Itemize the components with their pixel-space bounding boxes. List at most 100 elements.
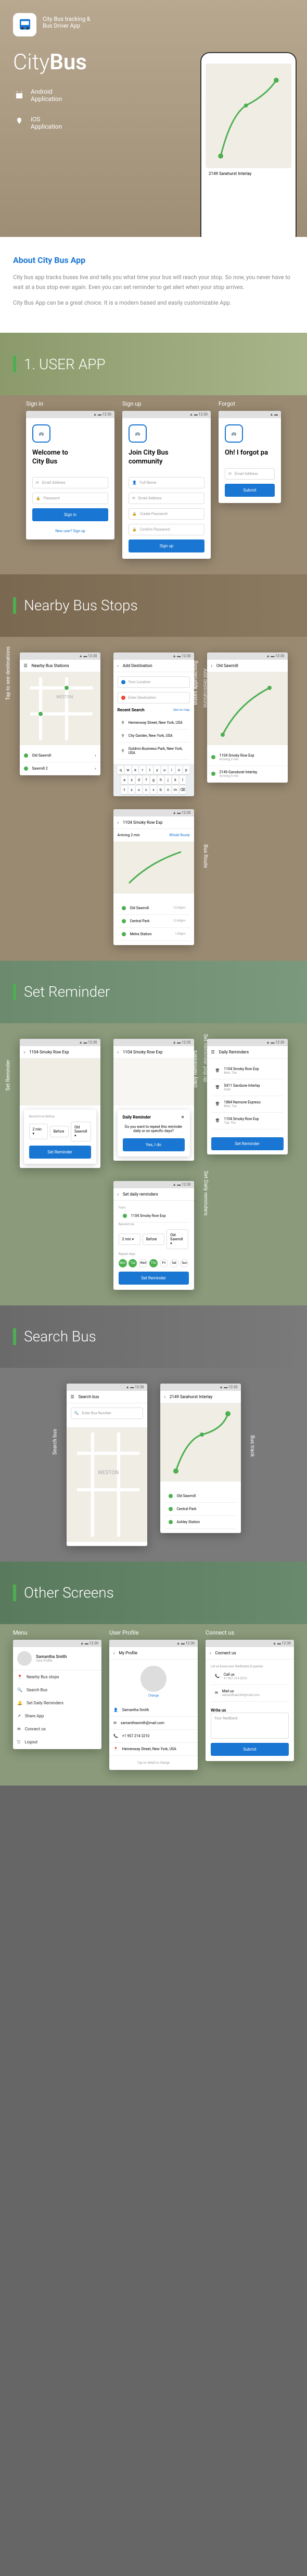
delete-icon[interactable]: 🗑 — [215, 1119, 220, 1123]
delete-icon[interactable]: 🗑 — [215, 1069, 220, 1073]
reminder-row[interactable]: 🗑1884 Namone ExpressMon, Tue — [211, 1096, 284, 1113]
bus-item[interactable]: 2149 Garsdurat InterlayArriving 5 min — [207, 766, 288, 783]
approach-label: Buses approaching — [193, 660, 198, 705]
confirm-field[interactable]: 🔒 Confirm Password — [129, 524, 204, 535]
change-link[interactable]: Change — [116, 1694, 191, 1698]
day-mon[interactable]: Mon — [119, 1259, 127, 1267]
profile-name[interactable]: 👤 Samantha Smith — [109, 1704, 198, 1717]
back-icon[interactable]: ‹ — [118, 1192, 119, 1197]
track-stop: Central Park — [164, 1503, 237, 1516]
set-reminder-button[interactable]: Set Reminder — [119, 1272, 189, 1285]
menu-search[interactable]: 🔍 Search Bus — [13, 1683, 101, 1697]
menu-icon[interactable]: ☰ — [71, 1394, 74, 1399]
password-field[interactable]: 🔒 Password — [32, 493, 108, 504]
menu-connect[interactable]: ✉ Connect us — [13, 1723, 101, 1736]
stop-select[interactable]: Old Sawmill ▾ — [167, 1229, 188, 1249]
signin-screen: ▲ ▬ 12:30 🚌 Welcome to City Bus ✉ Email … — [26, 411, 114, 539]
back-icon[interactable]: ‹ — [113, 1651, 114, 1655]
menu-share[interactable]: ↗ Share App — [13, 1710, 101, 1723]
submit-button[interactable]: Submit — [211, 1743, 289, 1756]
email-field[interactable]: ✉ Email Address — [129, 493, 204, 504]
route-label: Bus Route — [202, 845, 208, 868]
bus-item[interactable]: 1104 Smoky Row ExpArriving 2 min — [207, 749, 288, 766]
password-field[interactable]: 🔒 Create Password — [129, 508, 204, 520]
delete-icon[interactable]: 🗑 — [215, 1085, 220, 1089]
name-field[interactable]: 👤 Full Name — [129, 477, 204, 488]
profile-phone[interactable]: 📞 +1 957 214 3210 — [109, 1730, 198, 1743]
stop-item[interactable]: Sawmill 2› — [20, 762, 100, 775]
map-view[interactable]: WESTON — [67, 1427, 147, 1542]
signup-link[interactable]: New user? Sign up — [32, 529, 108, 533]
menu-logout[interactable]: ⎋ Logout — [13, 1736, 101, 1749]
mail-us[interactable]: ✉ Mail ussamanthasmith@mail.com — [211, 1685, 289, 1702]
close-icon[interactable]: ✕ — [181, 1115, 185, 1120]
profile-screen: ▲ ▬ 12:30 ‹ My Profile Change 👤 Samantha… — [109, 1640, 198, 1770]
before-select[interactable]: Before — [143, 1234, 164, 1245]
user-header[interactable]: Samantha SmithView Profile — [13, 1647, 101, 1670]
before-select[interactable]: Before — [50, 1126, 69, 1137]
day-thu[interactable]: Thu — [149, 1259, 158, 1267]
other-screens-row: Menu ▲ ▬ 12:30 Samantha SmithView Profil… — [0, 1624, 307, 1786]
profile-address[interactable]: 📍 Hemenway Street, New York, USA — [109, 1743, 198, 1756]
day-fri[interactable]: Fri — [160, 1259, 168, 1267]
submit-button[interactable]: Submit — [225, 484, 275, 497]
email-field[interactable]: ✉ Email Address — [225, 468, 275, 480]
signup-button[interactable]: Sign up — [129, 539, 204, 552]
bus-logo-icon: 🚌 — [129, 424, 147, 443]
about-p2: City Bus App can be a great choice. It i… — [13, 298, 294, 308]
hero-phone-mockup: 2149 Sarahurst Interlay — [200, 52, 297, 237]
set-reminder-button[interactable]: Set Reminder — [211, 1137, 284, 1150]
search-input[interactable]: 🔍 Enter Bus Number — [71, 1408, 143, 1419]
set-reminder-screen: ▲ ▬ 12:30 ‹ 1104 Smoky Row Exp Remind me… — [20, 1039, 100, 1168]
map-view[interactable] — [160, 1403, 241, 1481]
time-select[interactable]: 2 min ▾ — [119, 1234, 140, 1245]
stop-item[interactable]: Old Sawmill› — [20, 749, 100, 762]
map-view[interactable] — [113, 841, 194, 894]
route-stop: Metra Station1:00pm — [118, 928, 190, 941]
back-icon[interactable]: ‹ — [164, 1394, 165, 1399]
delete-icon[interactable]: 🗑 — [215, 1102, 220, 1106]
signup-screen: ▲ ▬ 12:30 🚌 Join City Bus community 👤 Fu… — [122, 411, 211, 559]
back-icon[interactable]: ‹ — [118, 820, 119, 825]
map-view — [113, 1059, 194, 1105]
map-view[interactable]: WESTON — [20, 672, 100, 745]
keyboard[interactable]: qwertyuiop asdfghjkl ⇧zxcvbnm⌫ — [113, 764, 194, 796]
reminder-row[interactable]: 🗑5411 Sandune InterlayDaily — [211, 1079, 284, 1096]
reminder-form: Remind me Before 2 min ▾ Before Old Sawm… — [24, 1110, 96, 1164]
email-field[interactable]: ✉ Email Address — [32, 477, 108, 488]
day-tue[interactable]: Tue — [129, 1259, 137, 1267]
destination-field[interactable]: Enter Destination — [118, 692, 190, 703]
profile-email[interactable]: ✉ samanthasmith@mail.com — [109, 1717, 198, 1730]
search-bus-label: Search bus — [52, 1429, 58, 1455]
stop-select[interactable]: Old Sawmill ▾ — [71, 1122, 91, 1141]
menu-nearby[interactable]: 📍 Nearby Bus stops — [13, 1670, 101, 1683]
map-view[interactable] — [207, 672, 288, 745]
reminder-row[interactable]: 🗑1104 Smoky Row ExpTue, Thu — [211, 1113, 284, 1129]
menu-reminders[interactable]: 🔔 Set Daily Reminders — [13, 1697, 101, 1710]
location-field[interactable]: Your Location — [118, 676, 190, 688]
set-reminder-button[interactable]: Set Reminder — [29, 1146, 91, 1159]
time-select[interactable]: 2 min ▾ — [29, 1124, 48, 1139]
tap-label: Tap to see destinations — [5, 646, 11, 700]
menu-icon[interactable]: ☰ — [24, 663, 28, 668]
call-us[interactable]: 📞 Call us+1 957 214 3210 — [211, 1668, 289, 1685]
day-sat[interactable]: Sat — [170, 1259, 178, 1267]
back-icon[interactable]: ‹ — [118, 663, 119, 668]
recent-item[interactable]: ⚲ City Garden, New York, USA — [118, 730, 190, 743]
back-icon[interactable]: ‹ — [118, 1050, 119, 1054]
feedback-textarea[interactable]: Your feedback — [211, 1713, 289, 1739]
back-icon[interactable]: ‹ — [24, 1050, 25, 1054]
recent-item[interactable]: ⚲ Hemenway Street, New York, USA — [118, 717, 190, 730]
back-icon[interactable]: ‹ — [210, 1651, 211, 1655]
map-view[interactable] — [20, 1059, 100, 1105]
yes-button[interactable]: Yes, I do — [123, 1138, 185, 1151]
recent-item[interactable]: ⚲ Goldmn Business Park, New York, USA — [118, 743, 190, 760]
back-icon[interactable]: ‹ — [211, 663, 212, 668]
add-destination-screen: ▲ ▬ 12:30 ‹ Add Destination Your Locatio… — [113, 652, 194, 796]
day-wed[interactable]: Wed — [139, 1259, 147, 1267]
reminder-row[interactable]: 🗑1104 Smoky Row ExpMon, Tue — [211, 1063, 284, 1079]
day-sun[interactable]: Sun — [180, 1259, 188, 1267]
nearby-stations-screen: ▲ ▬ 12:30 ☰ Nearby Bus Stations WESTON O… — [20, 652, 100, 775]
signin-button[interactable]: Sign in — [32, 508, 108, 521]
menu-icon[interactable]: ☰ — [211, 1050, 215, 1054]
